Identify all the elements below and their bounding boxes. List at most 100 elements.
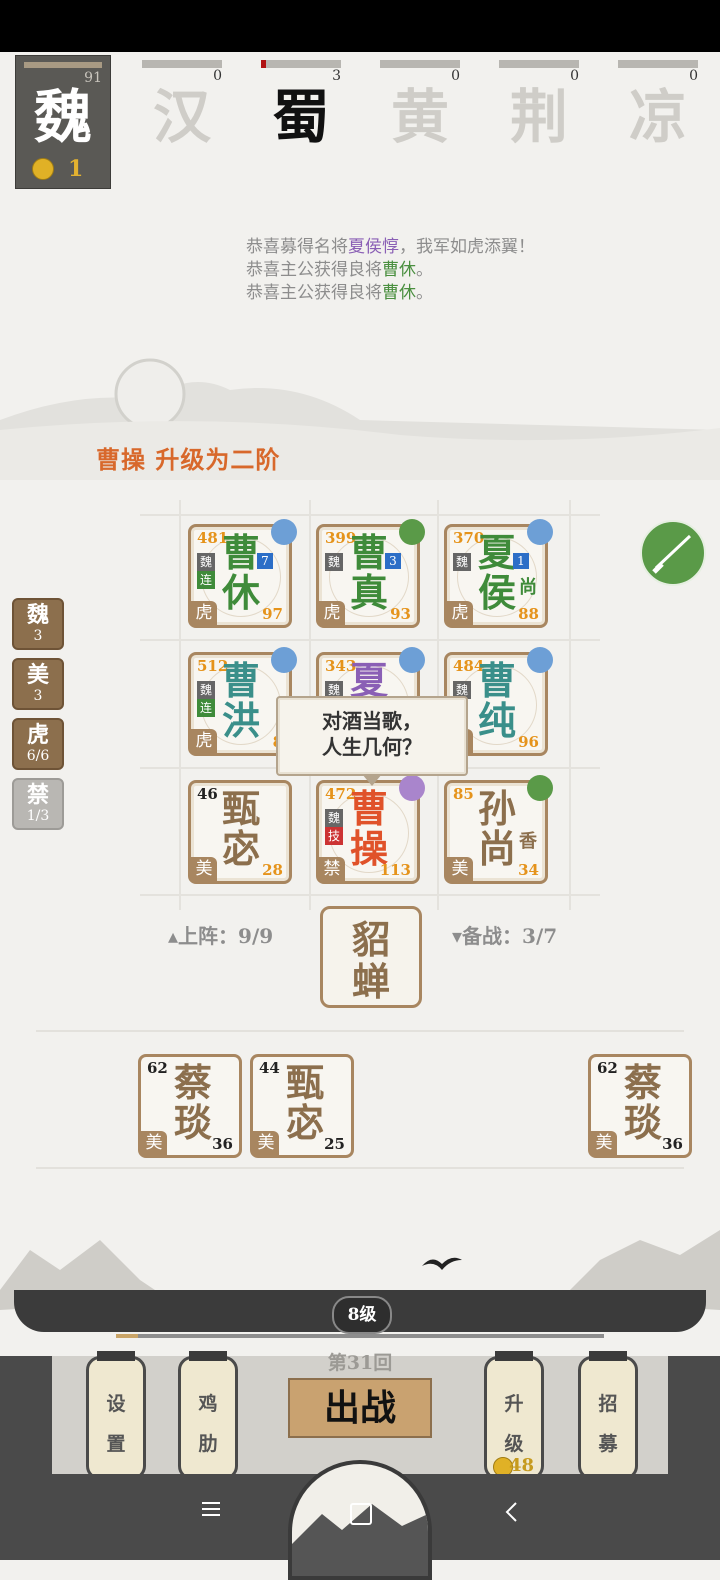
trait-count: 3	[33, 688, 43, 704]
star-level: 7	[257, 553, 273, 569]
status-bar	[0, 0, 720, 52]
round-number: 第31回	[327, 1352, 393, 1374]
message-line: 恭喜主公获得良将曹休。	[246, 255, 433, 280]
hero-card-caoxiu[interactable]: 481 魏 连 曹休 7 97 虎	[188, 519, 297, 628]
button-label: 肋	[198, 1433, 218, 1455]
fight-button[interactable]: 出战	[288, 1378, 432, 1438]
button-label: 升	[504, 1393, 524, 1415]
upgrade-notice: 曹操 升级为二阶	[96, 445, 281, 474]
button-label: 鸡	[198, 1393, 218, 1415]
home-icon[interactable]	[350, 1503, 372, 1525]
trait-tag: 虎	[191, 729, 217, 753]
trait-jin[interactable]: 禁 1/3	[12, 778, 64, 830]
faction-progress-bar	[499, 60, 579, 68]
hero-name-line: 貂	[351, 917, 390, 962]
xp-bar	[116, 1334, 604, 1338]
lantern-cap	[495, 1351, 533, 1361]
lantern-cap	[189, 1351, 227, 1361]
bird-icon	[422, 1257, 462, 1270]
hero-hp: 93	[390, 605, 411, 623]
sword-skill-icon[interactable]	[640, 520, 706, 586]
menu-icon[interactable]	[200, 1500, 222, 1518]
trait-count: 3	[33, 628, 43, 644]
trait-tag: 美	[591, 1131, 617, 1155]
faction-tab-wei[interactable]: 91 魏 1	[15, 55, 111, 189]
hero-card-caozhen[interactable]: 399 魏 曹真 3 93 虎	[316, 519, 425, 628]
bubble-line: 人生几何？	[322, 735, 422, 759]
sword-icon	[399, 775, 425, 801]
hero-card-xiahou[interactable]: 370 魏 夏侯 1 尚 88 虎	[444, 519, 553, 628]
bubble-line: 对酒当歌，	[322, 709, 422, 733]
button-label: 招	[598, 1393, 618, 1415]
star-level: 3	[385, 553, 401, 569]
hero-name: 曹休	[221, 530, 260, 615]
lantern-cap	[589, 1351, 627, 1361]
bench-area	[36, 1030, 684, 1169]
message-text: ，我军如虎添翼！	[399, 237, 535, 257]
hero-name: 曹纯	[477, 658, 516, 743]
faction-tab-shu[interactable]: 3 蜀	[261, 60, 341, 160]
trait-tag: 美	[253, 1131, 279, 1155]
sword-icon	[527, 647, 553, 673]
message-line: 恭喜募得名将夏侯惇，我军如虎添翼！	[246, 232, 535, 257]
faction-tab-huang[interactable]: 0 黄	[380, 60, 460, 160]
star-level: 1	[513, 553, 529, 569]
trait-count: 6/6	[26, 748, 50, 764]
coin-icon	[32, 158, 54, 180]
trait-tag: 虎	[447, 601, 473, 625]
hero-name: 曹洪	[221, 658, 260, 743]
back-icon[interactable]	[502, 1500, 522, 1524]
hero-name: 蔡琰	[173, 1060, 212, 1145]
faction-progress-bar	[261, 60, 341, 68]
faction-name: 魏	[33, 83, 92, 151]
recruit-button[interactable]: 招 募	[578, 1351, 638, 1485]
message-text: 恭喜主公获得良将	[246, 283, 382, 303]
trait-mei[interactable]: 美 3	[12, 658, 64, 710]
hero-hp: 97	[262, 605, 283, 623]
message-text: 。	[416, 283, 433, 303]
tree-icon	[399, 519, 425, 545]
trait-tag: 虎	[319, 601, 345, 625]
hero-name: 夏	[349, 658, 388, 703]
hero-name: 夏侯	[477, 530, 516, 615]
hero-hp: 88	[518, 605, 539, 623]
trait-wei[interactable]: 魏 3	[12, 598, 64, 650]
speech-bubble: 对酒当歌， 人生几何？	[276, 696, 468, 786]
faction-tab-han[interactable]: 0 汉	[142, 60, 222, 160]
trait-count: 1/3	[26, 808, 50, 824]
upgrade-button[interactable]: 升 级 48	[484, 1351, 544, 1485]
hero-card-caocao[interactable]: 472 魏 技 曹操 113 禁	[316, 775, 425, 884]
faction-name: 黄	[390, 83, 449, 151]
faction-progress-bar	[24, 62, 102, 68]
bench-card-caiyan[interactable]: 62 蔡琰 36 美	[138, 1054, 242, 1158]
hero-card-zhenmi[interactable]: 46 甄宓 28 美	[188, 780, 292, 884]
upgrade-cost: 48	[509, 1455, 535, 1476]
featured-hero-diaochan[interactable]: 貂 蝉	[320, 906, 422, 1008]
cheer-button[interactable]: 鸡 肋	[178, 1351, 238, 1485]
trait-tag: 禁	[319, 857, 345, 881]
faction-name: 荆	[509, 83, 568, 151]
message-text: 。	[416, 260, 433, 280]
hero-card-sunshang[interactable]: 85 孙尚 香 34 美	[444, 775, 553, 884]
hero-hp: 113	[379, 861, 411, 879]
message-line: 恭喜主公获得良将曹休。	[246, 278, 433, 303]
settings-button[interactable]: 设 置	[86, 1351, 146, 1485]
message-hero: 曹休	[382, 260, 416, 280]
bench-card-zhenmi[interactable]: 44 甄宓 25 美	[250, 1054, 354, 1158]
reserve-count: ▾备战：3/7	[452, 924, 558, 948]
horse-icon	[527, 519, 553, 545]
trait-name: 虎	[26, 722, 49, 748]
button-label: 设	[106, 1393, 126, 1415]
hero-name: 蔡琰	[623, 1060, 662, 1145]
message-hero: 曹休	[382, 283, 416, 303]
faction-tab-jing[interactable]: 0 荆	[499, 60, 579, 160]
trait-hu[interactable]: 虎 6/6	[12, 718, 64, 770]
lantern-cap	[97, 1351, 135, 1361]
hero-hp: 34	[518, 861, 539, 879]
hero-hp: 36	[662, 1135, 683, 1153]
faction-name: 凉	[628, 83, 687, 151]
faction-tab-liang[interactable]: 0 凉	[618, 60, 698, 160]
message-text: 恭喜募得名将	[246, 237, 348, 257]
bench-card-caiyan-2[interactable]: 62 蔡琰 36 美	[588, 1054, 692, 1158]
faction-progress-bar	[142, 60, 222, 68]
